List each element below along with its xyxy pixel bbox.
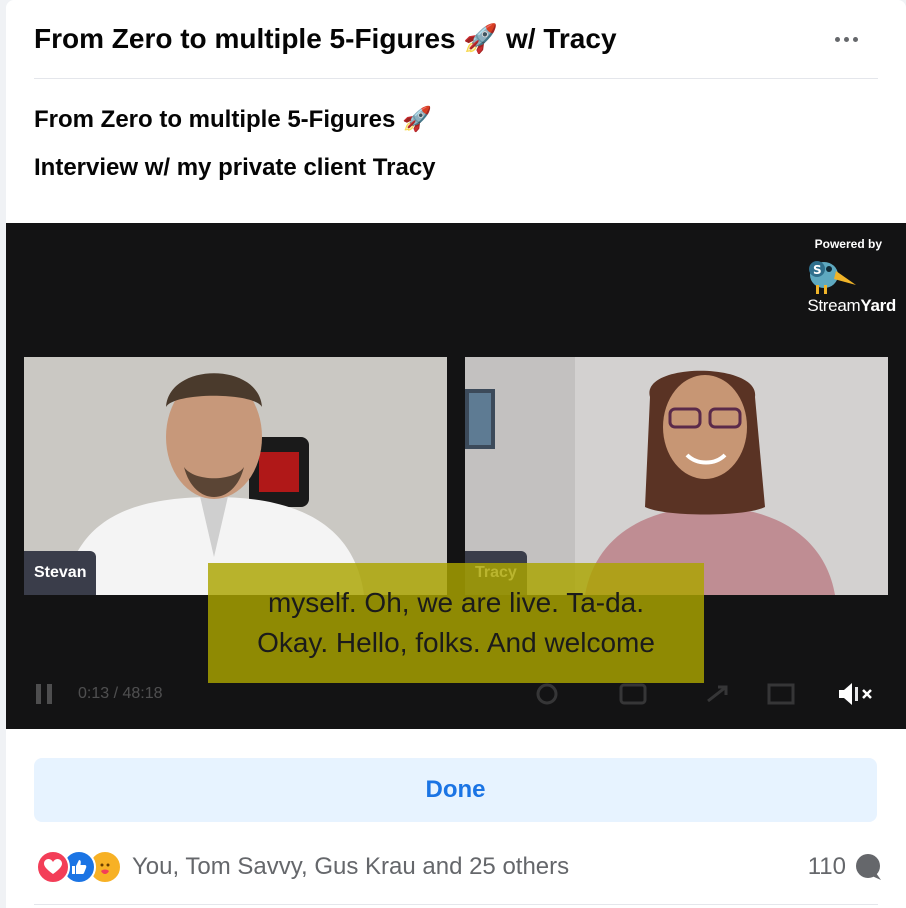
captions-icon[interactable] bbox=[618, 681, 648, 707]
comment-count-value: 110 bbox=[807, 853, 846, 880]
divider bbox=[34, 904, 878, 905]
svg-text:S: S bbox=[813, 263, 822, 277]
love-icon bbox=[36, 850, 70, 884]
pause-icon[interactable] bbox=[34, 681, 54, 707]
post-description-line-1: From Zero to multiple 5-Figures 🚀 bbox=[34, 106, 432, 133]
comment-bubble-icon bbox=[856, 854, 881, 880]
streamyard-wordmark: StreamYard bbox=[807, 296, 896, 315]
comment-count[interactable]: 110 bbox=[808, 846, 882, 888]
caption-line-2: Okay. Hello, folks. And welcome bbox=[257, 627, 655, 658]
streamyard-logo-icon: S bbox=[809, 261, 856, 294]
video-player[interactable]: Powered by S StreamYard Stevan myself. O… bbox=[6, 223, 906, 729]
powered-by-label: Powered by bbox=[814, 237, 882, 251]
muted-speaker-icon[interactable] bbox=[836, 681, 876, 707]
fullscreen-icon[interactable] bbox=[766, 681, 796, 707]
participant-name-tag: Stevan bbox=[24, 551, 97, 595]
post-card: From Zero to multiple 5-Figures 🚀 w/ Tra… bbox=[6, 0, 906, 908]
participant-video-tracy bbox=[465, 357, 888, 595]
participant-tile-tracy: Tracy bbox=[465, 357, 888, 595]
video-timecode: 0:13 / 48:18 bbox=[78, 685, 163, 702]
participant-tile-stevan: Stevan bbox=[24, 357, 447, 595]
done-button[interactable]: Done bbox=[34, 758, 877, 822]
reactions-summary[interactable]: You, Tom Savvy, Gus Krau and 25 others bbox=[36, 846, 569, 888]
settings-icon[interactable] bbox=[532, 681, 562, 707]
video-controls: 0:13 / 48:18 bbox=[6, 659, 906, 729]
more-icon bbox=[834, 36, 858, 42]
expand-icon[interactable] bbox=[702, 681, 732, 707]
more-options-button[interactable] bbox=[822, 22, 870, 56]
post-title: From Zero to multiple 5-Figures 🚀 w/ Tra… bbox=[34, 23, 617, 54]
post-header: From Zero to multiple 5-Figures 🚀 w/ Tra… bbox=[34, 0, 878, 79]
caption-line-1: myself. Oh, we are live. Ta-da. bbox=[267, 587, 645, 618]
post-description-line-2: Interview w/ my private client Tracy bbox=[34, 154, 436, 181]
reactions-text[interactable]: You, Tom Savvy, Gus Krau and 25 others bbox=[132, 853, 569, 881]
